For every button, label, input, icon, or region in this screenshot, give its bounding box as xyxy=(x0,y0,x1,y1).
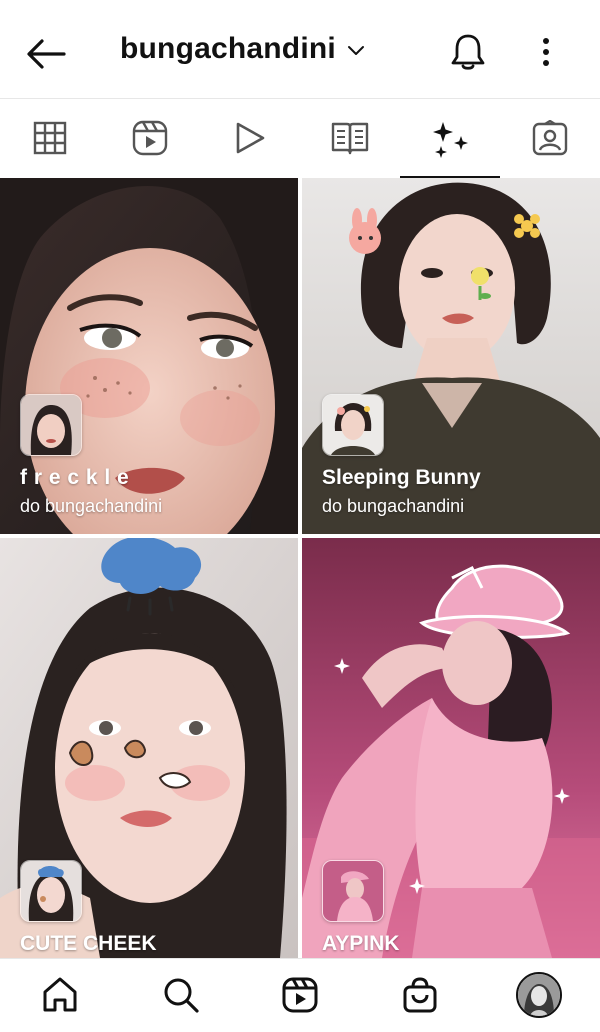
tab-tagged[interactable] xyxy=(500,99,600,177)
tab-posts[interactable] xyxy=(0,99,100,177)
tab-reels[interactable] xyxy=(100,99,200,177)
nav-search[interactable] xyxy=(155,971,207,1019)
creator-avatar xyxy=(322,394,384,456)
reels-icon xyxy=(282,977,318,1013)
bottom-navigation xyxy=(0,958,600,1032)
effect-card-sleeping-bunny[interactable]: Sleeping Bunny do bungachandini xyxy=(302,178,600,534)
effect-card-freckle[interactable]: f r e c k l e do bungachandini xyxy=(0,178,298,534)
profile-tabs xyxy=(0,99,600,178)
arrow-left-icon xyxy=(27,39,66,69)
tab-effects[interactable] xyxy=(400,99,500,178)
username-switcher[interactable]: bungachandini xyxy=(120,32,366,66)
reels-icon xyxy=(132,120,168,156)
home-icon xyxy=(43,977,77,1012)
effects-grid: f r e c k l e do bungachandini Sleeping … xyxy=(0,178,600,958)
effect-card-aypink[interactable]: AYPINK xyxy=(302,538,600,958)
nav-home[interactable] xyxy=(34,971,86,1019)
effect-creator: do bungachandini xyxy=(322,496,465,516)
effect-title: f r e c k l e xyxy=(20,466,130,489)
back-button[interactable] xyxy=(22,30,70,78)
page-title: bungachandini xyxy=(120,32,336,65)
effects-sparkles-icon xyxy=(433,122,468,158)
tab-guides[interactable] xyxy=(300,99,400,177)
more-vertical-icon xyxy=(543,38,549,66)
grid-icon xyxy=(33,121,67,155)
profile-avatar xyxy=(516,972,562,1018)
tagged-icon xyxy=(532,120,568,156)
effect-card-cute-cheek[interactable]: CUTE CHEEK xyxy=(0,538,298,958)
tab-videos[interactable] xyxy=(200,99,300,177)
notifications-button[interactable] xyxy=(446,30,490,74)
search-icon xyxy=(164,978,199,1013)
bell-icon xyxy=(451,34,485,70)
creator-avatar xyxy=(322,860,384,922)
effect-title: CUTE CHEEK xyxy=(20,932,157,955)
video-play-icon xyxy=(236,122,265,154)
top-bar: bungachandini xyxy=(0,0,600,99)
guides-icon xyxy=(331,122,369,155)
nav-shop[interactable] xyxy=(394,971,446,1019)
more-options-button[interactable] xyxy=(528,30,564,74)
creator-avatar xyxy=(20,394,82,456)
chevron-down-icon xyxy=(346,41,366,61)
effect-creator: do bungachandini xyxy=(20,496,163,516)
nav-reels[interactable] xyxy=(274,971,326,1019)
creator-avatar xyxy=(20,860,82,922)
shop-bag-icon xyxy=(403,977,437,1013)
nav-profile[interactable] xyxy=(513,971,565,1019)
effect-title: AYPINK xyxy=(322,932,400,955)
effect-title: Sleeping Bunny xyxy=(322,466,481,489)
